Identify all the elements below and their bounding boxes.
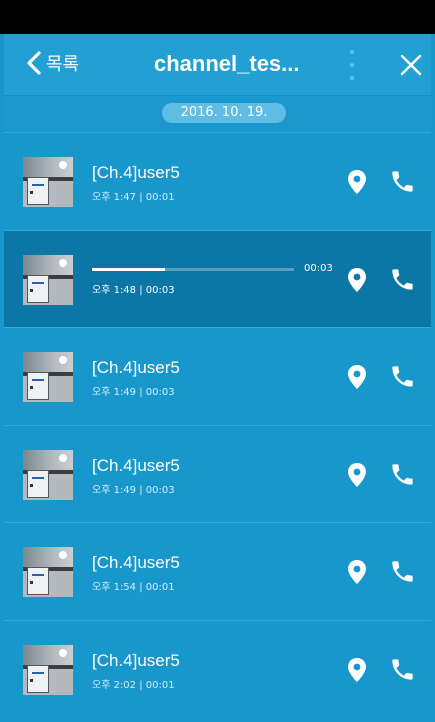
- sender-name: [Ch.4]user5: [92, 553, 180, 572]
- more-vertical-icon[interactable]: [347, 50, 357, 80]
- location-pin-icon[interactable]: [346, 559, 368, 585]
- date-badge: 2016. 10. 19.: [162, 103, 286, 123]
- avatar: [23, 547, 73, 597]
- avatar: [23, 157, 73, 207]
- message-meta: 오후 1:49 | 00:03: [92, 387, 175, 398]
- playback-duration: 00:03: [304, 262, 333, 274]
- phone-icon[interactable]: [389, 656, 416, 683]
- message-row[interactable]: [Ch.4]user5 오후 1:49 | 00:03: [4, 327, 431, 425]
- message-row-playing[interactable]: 00:03 오후 1:48 | 00:03: [4, 229, 431, 327]
- sender-name: [Ch.4]user5: [92, 455, 180, 475]
- message-meta: 오후 1:47 | 00:01: [92, 192, 175, 203]
- message-meta: 오후 1:54 | 00:01: [92, 582, 175, 593]
- avatar: [23, 449, 73, 500]
- message-row[interactable]: [Ch.4]user5 오후 1:49 | 00:03: [4, 424, 431, 522]
- location-pin-icon[interactable]: [346, 169, 368, 195]
- chevron-left-icon: [27, 51, 41, 75]
- page-title: channel_tes...: [154, 51, 300, 76]
- avatar: [23, 644, 73, 695]
- sender-name: [Ch.4]user5: [92, 358, 180, 377]
- phone-icon[interactable]: [389, 266, 416, 293]
- date-separator: 2016. 10. 19.: [4, 96, 431, 132]
- message-list: [Ch.4]user5 오후 1:47 | 00:01 00:03 오후 1:4…: [4, 132, 431, 717]
- message-row[interactable]: [Ch.4]user5 오후 1:54 | 00:01: [4, 522, 431, 620]
- phone-icon[interactable]: [389, 363, 416, 390]
- header: 목록 channel_tes...: [4, 34, 431, 96]
- location-pin-icon[interactable]: [346, 364, 368, 390]
- phone-icon[interactable]: [389, 168, 416, 195]
- location-pin-icon[interactable]: [346, 657, 368, 683]
- avatar: [23, 352, 73, 402]
- playback-progress[interactable]: [92, 267, 294, 271]
- message-meta: 오후 1:48 | 00:03: [92, 284, 175, 296]
- back-label: 목록: [46, 54, 80, 75]
- message-meta: 오후 1:49 | 00:03: [92, 484, 175, 496]
- message-row[interactable]: [Ch.4]user5 오후 1:47 | 00:01: [4, 132, 431, 230]
- phone-icon[interactable]: [389, 461, 416, 488]
- avatar: [23, 254, 73, 305]
- app-screen: 목록 channel_tes... 2016. 10. 19. [Ch.4]us…: [0, 0, 435, 722]
- sender-name: [Ch.4]user5: [92, 163, 180, 182]
- back-button[interactable]: 목록: [26, 50, 79, 76]
- phone-icon[interactable]: [389, 558, 416, 585]
- sender-name: [Ch.4]user5: [92, 650, 180, 670]
- location-pin-icon[interactable]: [346, 462, 368, 488]
- location-pin-icon[interactable]: [346, 267, 368, 293]
- status-bar: [0, 0, 435, 34]
- playback-progress-fill: [92, 267, 165, 271]
- close-icon[interactable]: [398, 52, 424, 78]
- message-row[interactable]: [Ch.4]user5 오후 2:02 | 00:01: [4, 619, 431, 717]
- message-meta: 오후 2:02 | 00:01: [92, 679, 175, 691]
